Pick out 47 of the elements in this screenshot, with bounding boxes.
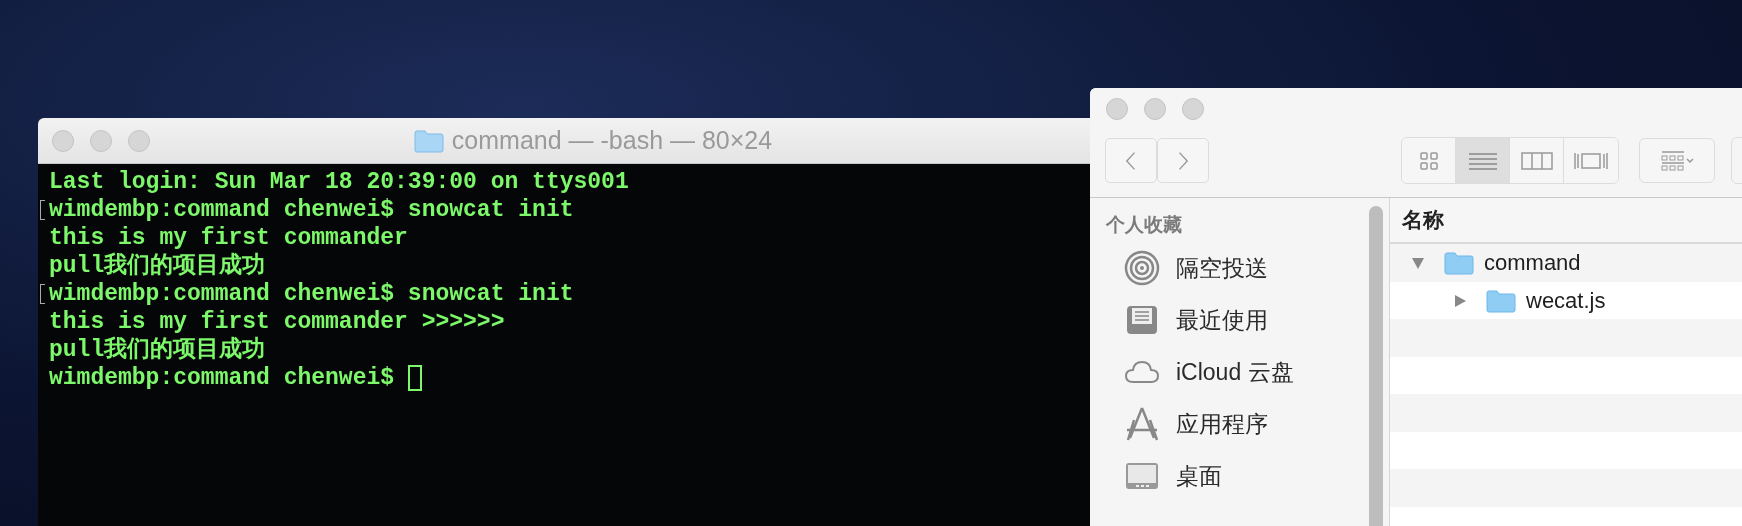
sidebar-label: 桌面 xyxy=(1176,461,1222,491)
arrange-icon xyxy=(1660,149,1694,172)
folder-icon xyxy=(413,128,444,153)
terminal-line: this is my first commander >>>>>> xyxy=(49,308,505,336)
zoom-button[interactable] xyxy=(1182,98,1204,120)
zoom-button[interactable] xyxy=(128,130,150,152)
file-row[interactable]: wecat.js xyxy=(1390,282,1670,320)
folder-icon xyxy=(1486,289,1516,313)
terminal-line: wimdembp:command chenwei$ xyxy=(49,364,396,392)
terminal-line: pull我们的项目成功 xyxy=(49,252,266,280)
sidebar-item[interactable]: 最近使用 xyxy=(1106,294,1328,346)
folder-icon xyxy=(1444,251,1474,275)
sidebar-label: 隔空投送 xyxy=(1176,253,1268,283)
sidebar-item[interactable]: iCloud 云盘 xyxy=(1106,346,1328,398)
sidebar-heading: 个人收藏 xyxy=(1106,213,1183,237)
back-button[interactable] xyxy=(1105,138,1157,183)
close-button[interactable] xyxy=(52,130,74,152)
file-name: command xyxy=(1484,250,1581,276)
disclosure-triangle-icon[interactable] xyxy=(1452,293,1468,309)
terminal-line: pull我们的项目成功 xyxy=(49,336,266,364)
terminal-line: Last login: Sun Mar 18 20:39:00 on ttys001 xyxy=(49,168,629,196)
sidebar-item[interactable]: 隔空投送 xyxy=(1106,242,1328,294)
app-store-icon xyxy=(1124,406,1160,442)
sidebar-item[interactable]: 应用程序 xyxy=(1106,398,1328,450)
columns-icon xyxy=(1520,150,1553,171)
sidebar-label: 应用程序 xyxy=(1176,409,1268,439)
sidebar-label: 最近使用 xyxy=(1176,305,1268,335)
list-icon xyxy=(1467,150,1498,171)
list-view-button[interactable] xyxy=(1456,138,1510,183)
minimize-button[interactable] xyxy=(1144,98,1166,120)
file-name: wecat.js xyxy=(1526,288,1606,314)
forward-button[interactable] xyxy=(1157,138,1209,183)
file-row[interactable]: command xyxy=(1390,244,1670,282)
grid-icon xyxy=(1418,150,1439,171)
close-button[interactable] xyxy=(1106,98,1128,120)
terminal-line: wimdembp:command chenwei$ snowcat init xyxy=(49,196,574,224)
window-title: command — -bash — 80×24 xyxy=(451,126,773,155)
terminal-line: this is my first commander xyxy=(49,224,408,252)
minimize-button[interactable] xyxy=(90,130,112,152)
sidebar-item[interactable]: 桌面 xyxy=(1106,450,1328,502)
disclosure-triangle-icon[interactable] xyxy=(1410,255,1426,271)
icon-view-button[interactable] xyxy=(1402,138,1456,183)
column-header[interactable]: 名称 xyxy=(1390,198,1742,244)
airdrop-icon xyxy=(1124,250,1160,286)
terminal-line: wimdembp:command chenwei$ snowcat init xyxy=(49,280,574,308)
arrange-button[interactable] xyxy=(1639,138,1715,183)
sidebar-label: iCloud 云盘 xyxy=(1176,357,1294,387)
